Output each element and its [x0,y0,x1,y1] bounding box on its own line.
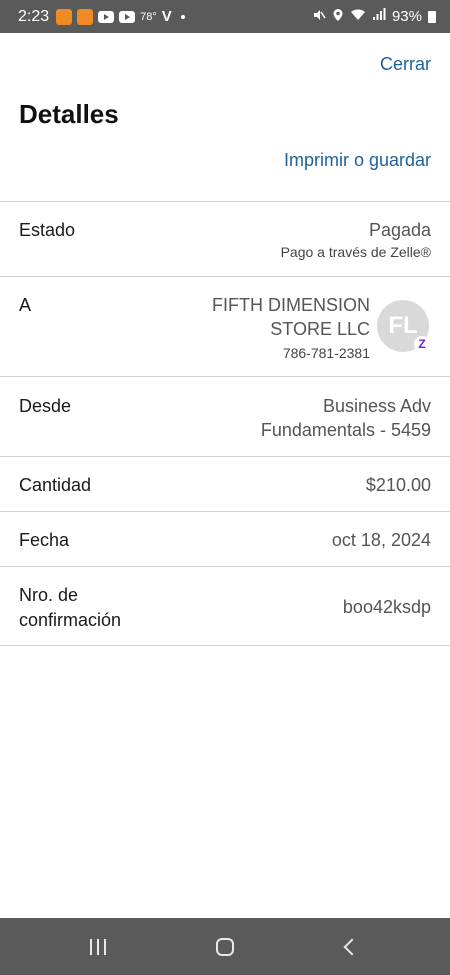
confirmation-value: boo42ksdp [342,597,431,617]
date-label: Fecha [19,530,70,550]
page-title: Detalles [19,99,119,129]
divider [0,376,450,377]
status-label: Estado [19,220,76,240]
divider [0,645,450,646]
battery-icon [428,10,436,23]
home-icon [216,937,234,956]
battery-percent: 93% [391,8,422,25]
recipient-phone: 786-781-2381 [282,345,370,361]
zelle-badge-icon: Z [414,336,430,352]
confirmation-label-line2: confirmación [19,610,122,630]
youtube-icon [119,10,136,23]
app-icon [56,8,73,25]
wifi-icon [350,8,366,25]
carrier-icon: V [161,8,172,25]
status-time: 2:23 [18,7,50,25]
recents-button[interactable] [58,918,138,975]
recipient-name-line1: FIFTH DIMENSION [212,295,370,315]
home-button[interactable] [185,918,265,975]
notification-dot-icon [180,14,185,19]
back-button[interactable] [312,918,392,975]
from-label: Desde [19,396,72,416]
weather-temperature: 78° [140,10,157,23]
recents-icon [90,938,106,955]
recipient-label: A [19,295,32,315]
signal-icon [372,8,386,25]
confirmation-label-line1: Nro. de [19,585,79,605]
divider [0,511,450,512]
close-button[interactable]: Cerrar [380,54,431,75]
navigation-bar [0,918,450,975]
from-value-line2: Fundamentals - 5459 [260,420,431,440]
youtube-icon [98,10,115,23]
divider [0,456,450,457]
status-bar: 2:23 78° V 93% [0,0,450,33]
status-value: Pagada [368,220,431,240]
location-icon [332,8,344,26]
amount-value: $210.00 [365,475,431,495]
app-icon [77,8,94,25]
divider [0,276,450,277]
payment-method-note: Pago a través de Zelle® [280,244,431,260]
date-value: oct 18, 2024 [331,530,431,550]
divider [0,566,450,567]
amount-label: Cantidad [19,475,92,495]
mute-icon [312,8,326,26]
divider [0,201,450,202]
print-or-save-button[interactable]: Imprimir o guardar [284,150,431,171]
recipient-name-line2: STORE LLC [270,319,370,339]
back-icon [343,938,361,955]
from-value-line1: Business Adv [322,396,431,416]
